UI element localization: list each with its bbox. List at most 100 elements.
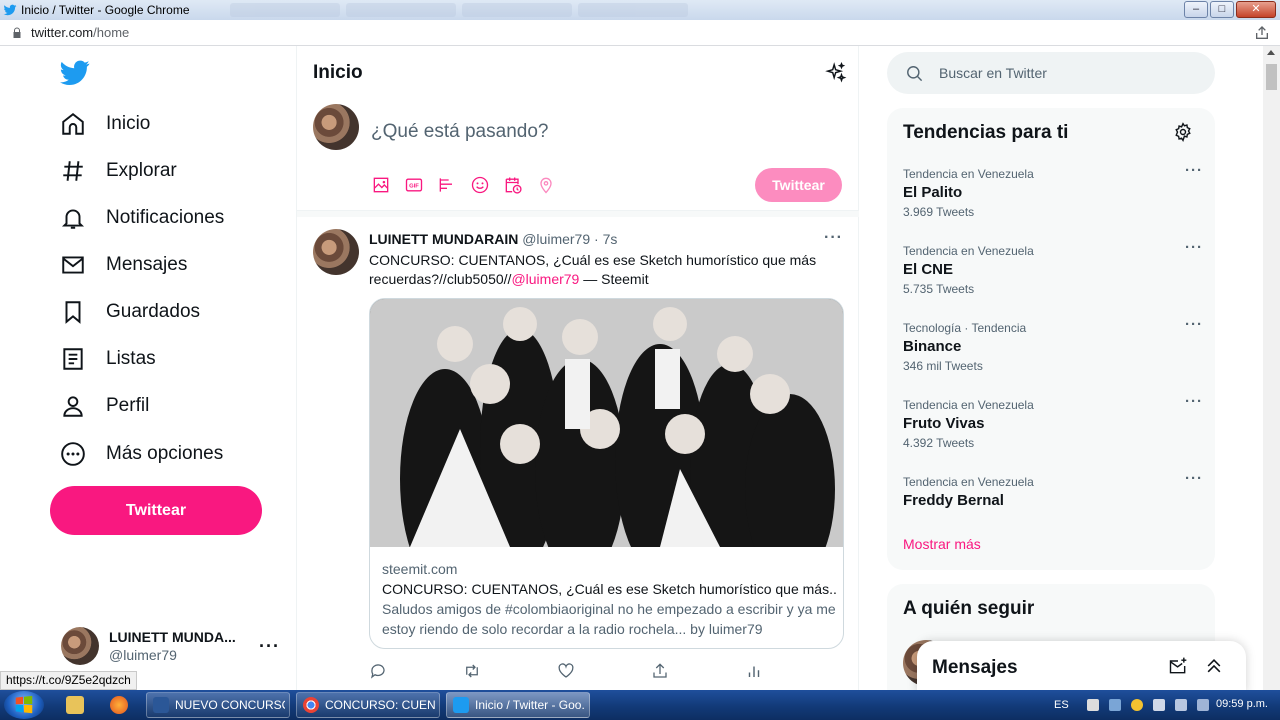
- trend-count: 5.735 Tweets: [903, 282, 975, 296]
- nav-label: Guardados: [106, 301, 201, 322]
- left-navigation: Inicio Explorar Notificaciones Mensajes …: [0, 46, 296, 690]
- window-title: Inicio / Twitter - Google Chrome: [21, 3, 190, 17]
- compose-input[interactable]: ¿Qué está pasando?: [371, 121, 548, 143]
- nav-item-perfil[interactable]: Perfil: [48, 384, 161, 428]
- twitter-icon: [453, 697, 469, 713]
- new-message-icon[interactable]: [1168, 656, 1188, 676]
- gif-icon[interactable]: GIF: [404, 175, 424, 195]
- url-text[interactable]: twitter.com/home: [31, 25, 129, 40]
- battery-icon[interactable]: [1196, 699, 1209, 711]
- volume-icon[interactable]: [1152, 699, 1165, 711]
- tray-arrow-icon[interactable]: [1086, 699, 1099, 711]
- sparkle-icon[interactable]: [825, 62, 847, 84]
- tweet-actions: [369, 662, 769, 684]
- taskbar-task-twitter[interactable]: Inicio / Twitter - Goo...: [446, 692, 590, 718]
- tweet-mention-link[interactable]: @luimer79: [511, 271, 579, 287]
- trend-more-icon[interactable]: ···: [1185, 162, 1203, 179]
- gear-icon[interactable]: [1173, 122, 1193, 142]
- scrollbar-thumb[interactable]: [1266, 64, 1277, 90]
- tweet[interactable]: LUINETT MUNDARAIN @luimer79 · 7s ··· CON…: [297, 217, 859, 692]
- trend-name: Fruto Vivas: [903, 415, 985, 432]
- more-icon[interactable]: ···: [259, 636, 280, 657]
- trend-more-icon[interactable]: ···: [1185, 470, 1203, 487]
- nav-label: Notificaciones: [106, 207, 225, 228]
- address-bar[interactable]: twitter.com/home: [0, 20, 1280, 46]
- background-tabs: [229, 3, 688, 17]
- browser-title-bar: Inicio / Twitter - Google Chrome – □ ✕: [0, 0, 1280, 20]
- antivirus-icon[interactable]: [1130, 699, 1143, 711]
- share-page-icon[interactable]: [1254, 25, 1270, 41]
- trends-panel: Tendencias para ti Tendencia en Venezuel…: [887, 108, 1215, 570]
- poll-icon[interactable]: [437, 175, 457, 195]
- schedule-icon[interactable]: [503, 175, 523, 195]
- nav-item-inicio[interactable]: Inicio: [48, 102, 162, 146]
- lock-icon: [13, 27, 21, 38]
- task-label: Inicio / Twitter - Goo...: [475, 698, 585, 712]
- trend-item[interactable]: Tendencia en Venezuela El Palito 3.969 T…: [903, 162, 1203, 226]
- tweet-more-icon[interactable]: ···: [824, 229, 843, 247]
- trend-item[interactable]: Tendencia en Venezuela Freddy Bernal ···: [903, 470, 1203, 534]
- trend-more-icon[interactable]: ···: [1185, 239, 1203, 256]
- svg-text:GIF: GIF: [409, 184, 419, 190]
- retweet-icon[interactable]: [463, 662, 481, 680]
- signal-icon[interactable]: [1174, 699, 1187, 711]
- trend-item[interactable]: Tendencia en Venezuela El CNE 5.735 Twee…: [903, 239, 1203, 303]
- nav-item-mensajes[interactable]: Mensajes: [48, 243, 199, 287]
- avatar[interactable]: [313, 229, 359, 275]
- nav-label: Más opciones: [106, 443, 224, 464]
- language-indicator[interactable]: ES: [1054, 699, 1069, 711]
- maximize-button[interactable]: □: [1210, 1, 1234, 18]
- chevron-up-icon[interactable]: [1204, 656, 1224, 676]
- twitter-logo-icon[interactable]: [60, 60, 90, 86]
- system-tray: ES 09:59 p.m.: [1050, 690, 1280, 720]
- show-more-link[interactable]: Mostrar más: [903, 536, 981, 552]
- nav-item-mas-opciones[interactable]: Más opciones: [48, 432, 235, 476]
- messages-drawer[interactable]: Mensajes: [917, 641, 1246, 693]
- trend-count: 3.969 Tweets: [903, 205, 975, 219]
- image-icon[interactable]: [371, 175, 391, 195]
- analytics-icon[interactable]: [745, 662, 763, 680]
- location-icon[interactable]: [536, 175, 556, 195]
- card-photo: [370, 299, 843, 547]
- trend-item[interactable]: Tendencia en Venezuela Fruto Vivas 4.392…: [903, 393, 1203, 457]
- tweet-time[interactable]: · 7s: [594, 231, 617, 247]
- trend-item[interactable]: Tecnología · Tendencia Binance 346 mil T…: [903, 316, 1203, 380]
- trend-more-icon[interactable]: ···: [1185, 316, 1203, 333]
- share-icon[interactable]: [651, 662, 669, 680]
- emoji-icon[interactable]: [470, 175, 490, 195]
- nav-item-notificaciones[interactable]: Notificaciones: [48, 196, 236, 240]
- twitter-favicon-icon: [3, 4, 17, 16]
- follow-title: A quién seguir: [903, 598, 1035, 619]
- tweet-author-handle[interactable]: @luimer79: [522, 231, 590, 247]
- search-box[interactable]: Buscar en Twitter: [887, 52, 1215, 94]
- nav-label: Mensajes: [106, 254, 188, 275]
- start-button[interactable]: [4, 691, 44, 719]
- account-switcher[interactable]: LUINETT MUNDA... @luimer79 ···: [48, 618, 288, 674]
- taskbar-task-chrome[interactable]: CONCURSO: CUENT...: [296, 692, 440, 718]
- minimize-button[interactable]: –: [1184, 1, 1208, 18]
- nav-item-listas[interactable]: Listas: [48, 337, 168, 381]
- search-input[interactable]: Buscar en Twitter: [939, 65, 1047, 81]
- firefox-icon[interactable]: [110, 696, 128, 714]
- like-icon[interactable]: [557, 662, 575, 680]
- profile-handle: @luimer79: [109, 647, 177, 663]
- tweet-author-name[interactable]: LUINETT MUNDARAIN: [369, 231, 518, 247]
- nav-label: Inicio: [106, 113, 151, 134]
- nav-item-explorar[interactable]: Explorar: [48, 149, 189, 193]
- clock[interactable]: 09:59 p.m.: [1216, 698, 1268, 710]
- trend-more-icon[interactable]: ···: [1185, 393, 1203, 410]
- os-taskbar: NUEVO CONCURSO ... CONCURSO: CUENT... In…: [0, 690, 1280, 720]
- scroll-up-arrow-icon[interactable]: [1267, 50, 1275, 55]
- file-explorer-icon[interactable]: [66, 696, 84, 714]
- network-icon[interactable]: [1108, 699, 1121, 711]
- page-scrollbar[interactable]: [1263, 46, 1280, 690]
- taskbar-task-word[interactable]: NUEVO CONCURSO ...: [146, 692, 290, 718]
- reply-icon[interactable]: [369, 662, 387, 680]
- composer-tweet-button[interactable]: Twittear: [755, 168, 842, 202]
- trend-name: Binance: [903, 338, 962, 355]
- link-card[interactable]: steemit.com CONCURSO: CUENTANOS, ¿Cuál e…: [369, 298, 844, 649]
- status-link-preview: https://t.co/9Z5e2qdzch: [0, 671, 137, 690]
- close-button[interactable]: ✕: [1236, 1, 1276, 18]
- tweet-button[interactable]: Twittear: [50, 486, 262, 535]
- nav-item-guardados[interactable]: Guardados: [48, 290, 212, 334]
